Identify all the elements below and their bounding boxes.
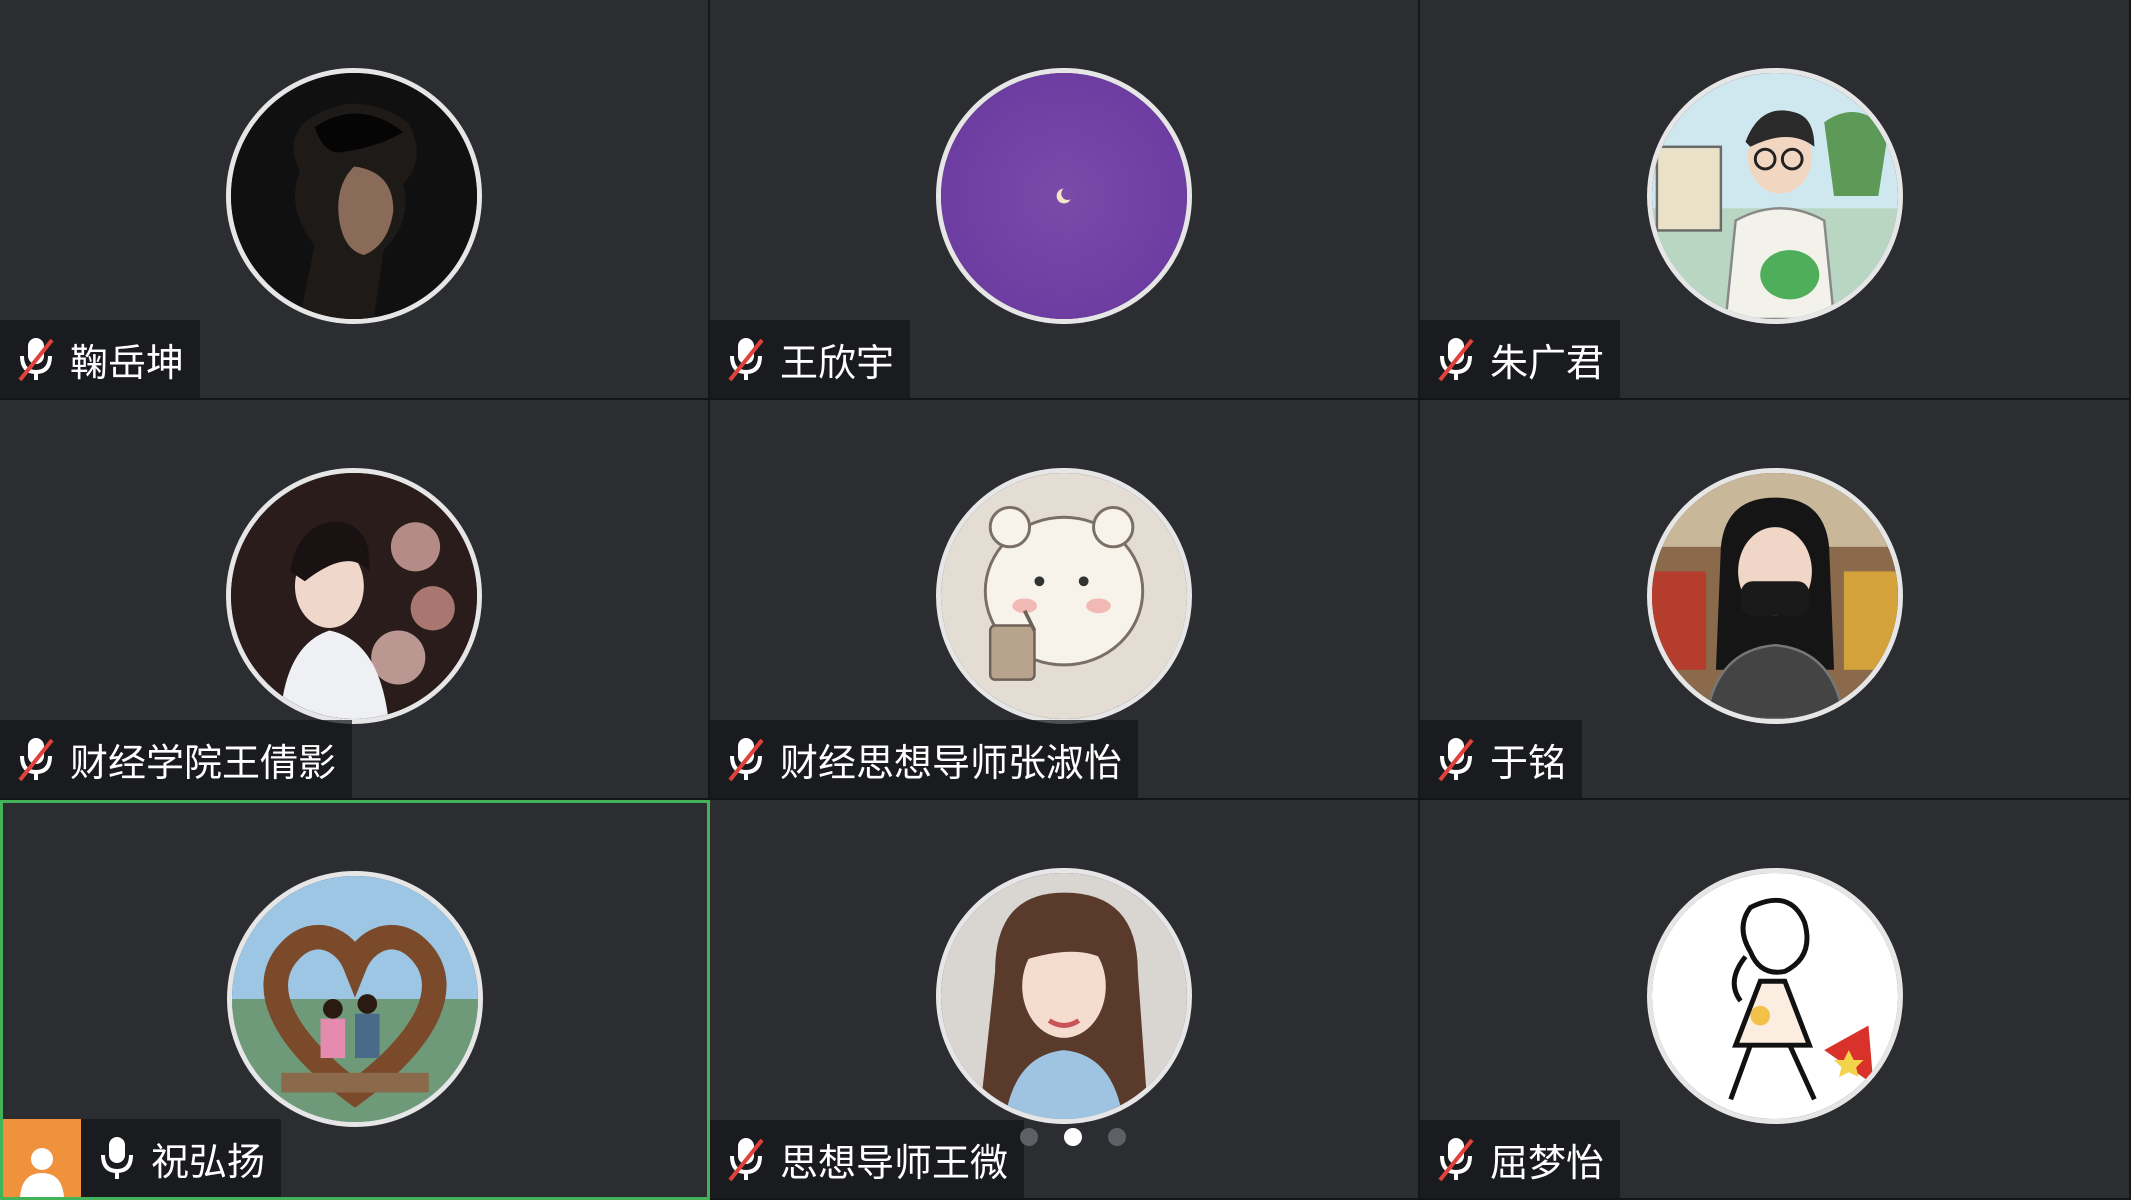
participant-name: 王欣宇 bbox=[780, 340, 895, 385]
mic-muted-icon bbox=[18, 738, 54, 782]
participant-tile[interactable]: 鞠岳坤 bbox=[0, 0, 710, 400]
name-bar: 财经思想导师张淑怡 bbox=[710, 720, 1139, 798]
participant-tile[interactable]: 朱广君 bbox=[1420, 0, 2131, 400]
participant-avatar bbox=[936, 68, 1192, 324]
mic-muted-icon bbox=[728, 1138, 764, 1182]
participant-name: 财经学院王倩影 bbox=[70, 740, 337, 785]
participant-name: 财经思想导师张淑怡 bbox=[780, 740, 1123, 785]
name-bar: 祝弘扬 bbox=[3, 1119, 282, 1197]
participant-avatar bbox=[936, 468, 1192, 724]
participant-tile[interactable]: 于铭 bbox=[1420, 400, 2131, 800]
participant-avatar bbox=[936, 868, 1192, 1124]
participant-name: 朱广君 bbox=[1490, 340, 1605, 385]
participant-tile[interactable]: 财经学院王倩影 bbox=[0, 400, 710, 800]
page-dot-current[interactable] bbox=[1064, 1128, 1082, 1146]
participant-name: 鞠岳坤 bbox=[70, 340, 185, 385]
mic-muted-icon bbox=[728, 738, 764, 782]
mic-muted-icon bbox=[1438, 738, 1474, 782]
participant-avatar bbox=[226, 468, 482, 724]
mic-on-icon bbox=[101, 1137, 133, 1179]
participant-avatar bbox=[1646, 868, 1903, 1124]
participant-name: 思想导师王微 bbox=[780, 1140, 1009, 1185]
name-bar: 思想导师王微 bbox=[710, 1120, 1025, 1198]
participant-tile[interactable]: 屈梦怡 bbox=[1420, 800, 2131, 1200]
mic-muted-icon bbox=[1438, 338, 1474, 382]
participant-name: 于铭 bbox=[1490, 740, 1567, 785]
name-bar: 于铭 bbox=[1420, 720, 1583, 798]
participant-tile[interactable]: 王欣宇 bbox=[710, 0, 1420, 400]
page-dot[interactable] bbox=[1108, 1128, 1126, 1146]
page-dot[interactable] bbox=[1020, 1128, 1038, 1146]
person-icon bbox=[20, 1148, 64, 1197]
participant-avatar bbox=[227, 871, 483, 1127]
participant-avatar bbox=[1646, 468, 1903, 724]
name-bar: 朱广君 bbox=[1420, 320, 1621, 398]
participant-tile[interactable]: 财经思想导师张淑怡 bbox=[710, 400, 1420, 800]
participant-avatar bbox=[1646, 68, 1903, 324]
mic-muted-icon bbox=[18, 338, 54, 382]
name-bar: 屈梦怡 bbox=[1420, 1120, 1621, 1198]
video-grid: 鞠岳坤 王欣宇 朱广君 财经学院王倩影 财经思想导师张淑怡 于铭 祝弘扬 思想导… bbox=[0, 0, 2131, 1200]
host-badge bbox=[3, 1119, 81, 1197]
mic-muted-icon bbox=[1438, 1138, 1474, 1182]
name-bar: 鞠岳坤 bbox=[0, 320, 201, 398]
participant-name: 祝弘扬 bbox=[151, 1139, 266, 1184]
mic-muted-icon bbox=[728, 338, 764, 382]
page-indicator[interactable] bbox=[1020, 1128, 1126, 1146]
name-bar: 财经学院王倩影 bbox=[0, 720, 353, 798]
participant-name: 屈梦怡 bbox=[1490, 1140, 1605, 1185]
participant-avatar bbox=[226, 68, 482, 324]
name-bar: 王欣宇 bbox=[710, 320, 911, 398]
participant-tile-active[interactable]: 祝弘扬 bbox=[0, 800, 710, 1200]
